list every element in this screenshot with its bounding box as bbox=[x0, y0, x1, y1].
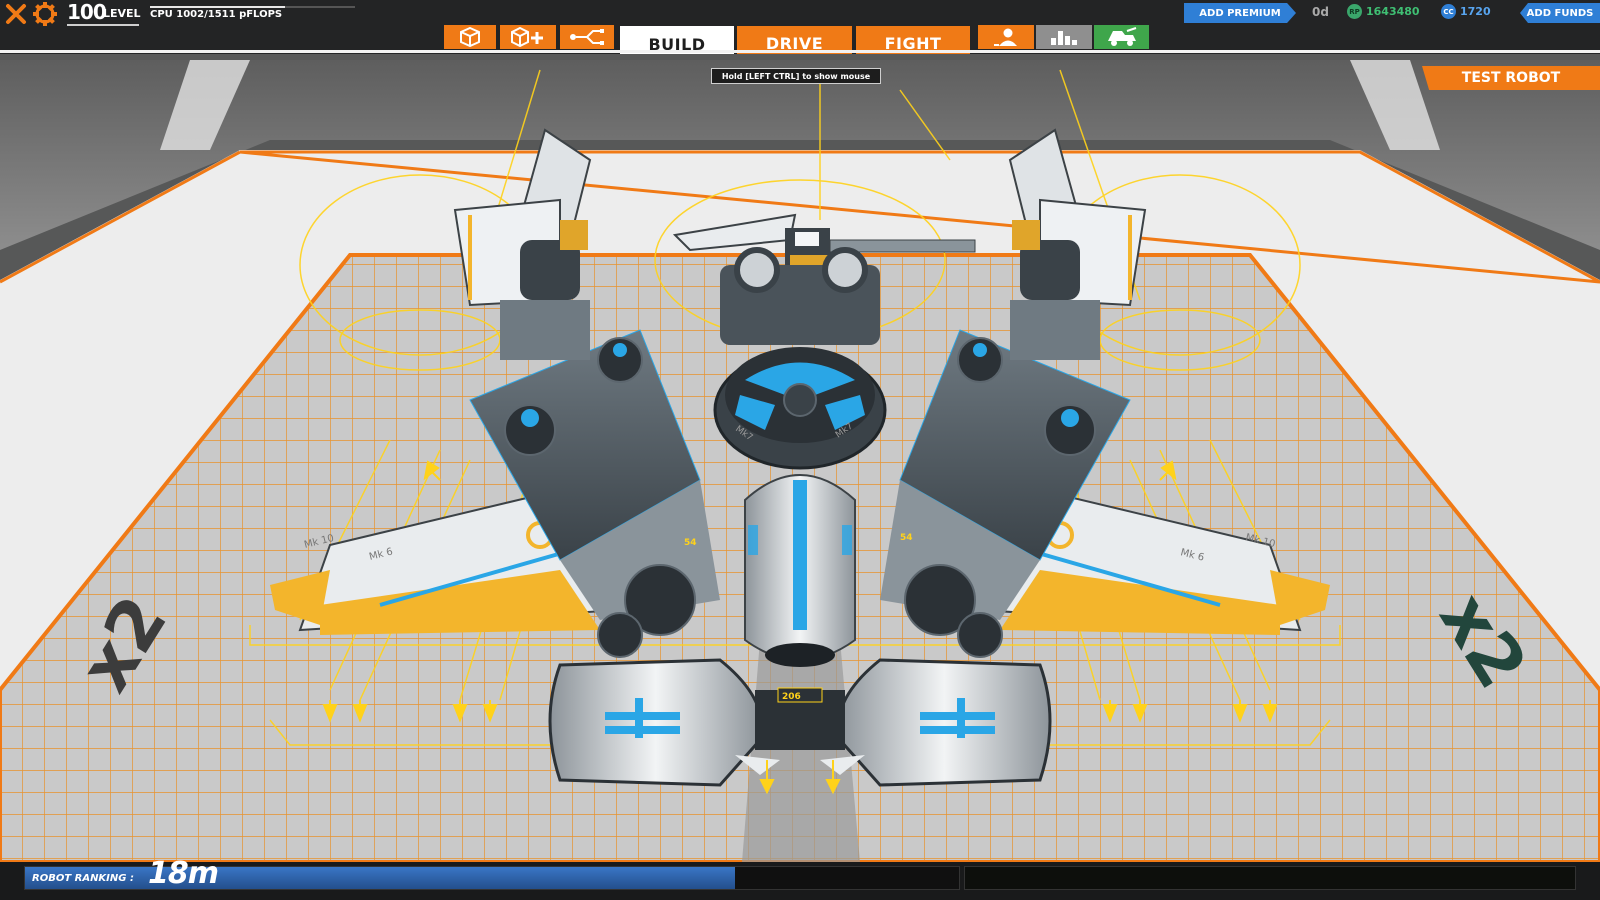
cube-add-icon bbox=[511, 27, 543, 47]
robot-ranking-value: 18m bbox=[148, 856, 219, 891]
person-icon bbox=[994, 28, 1017, 46]
connector-icon bbox=[570, 29, 604, 45]
level-label: LEVEL bbox=[103, 7, 141, 20]
rp-amount: 1643480 bbox=[1366, 5, 1420, 18]
cc-amount: 1720 bbox=[1460, 5, 1491, 18]
cpu-readout: CPU 1002/1511 pFLOPS bbox=[150, 9, 283, 20]
profile-button[interactable] bbox=[978, 25, 1034, 49]
speed-readout: 206 bbox=[782, 692, 801, 702]
cube-icon bbox=[460, 27, 480, 47]
cube-tool-button[interactable] bbox=[444, 25, 496, 49]
add-funds-button[interactable]: ADD FUNDS bbox=[1520, 3, 1600, 23]
robot-shop-icon bbox=[1107, 27, 1136, 46]
mouse-hint-tooltip: Hold [LEFT CTRL] to show mouse bbox=[711, 68, 881, 84]
stats-button[interactable] bbox=[1036, 25, 1092, 49]
secondary-progress-bar bbox=[964, 866, 1576, 890]
part-readout: 54 bbox=[684, 538, 697, 548]
topbar-divider bbox=[0, 50, 1600, 53]
top-bar: 100 LEVEL CPU 1002/1511 pFLOPS BUILD DRI… bbox=[0, 0, 1600, 62]
premium-days: 0d bbox=[1312, 5, 1329, 19]
level-number: 100 bbox=[67, 0, 107, 24]
part-readout: 54 bbox=[900, 533, 913, 543]
test-robot-button[interactable]: TEST ROBOT bbox=[1422, 66, 1600, 90]
gear-icon[interactable] bbox=[32, 1, 58, 27]
cube-add-tool-button[interactable] bbox=[500, 25, 556, 49]
robot-shop-button[interactable] bbox=[1094, 25, 1149, 49]
add-premium-button[interactable]: ADD PREMIUM bbox=[1184, 3, 1296, 23]
cpu-bar bbox=[150, 6, 355, 8]
level-underline bbox=[67, 24, 139, 26]
robot-ranking-label: ROBOT RANKING : bbox=[32, 873, 134, 884]
cpu-bar-fill bbox=[150, 6, 286, 8]
connector-tool-button[interactable] bbox=[560, 25, 614, 49]
cc-currency-icon: CC bbox=[1441, 4, 1456, 19]
close-icon[interactable] bbox=[4, 2, 28, 26]
bar-stats-icon bbox=[1051, 31, 1077, 45]
build-viewport[interactable]: x2 x2 Mk 10 Mk 6 Mk 6 Mk 10 Mk7 Mk7 206 … bbox=[0, 54, 1600, 862]
rp-currency-icon: RP bbox=[1347, 4, 1362, 19]
bottom-bar: ROBOT RANKING : 18m bbox=[0, 856, 1600, 900]
